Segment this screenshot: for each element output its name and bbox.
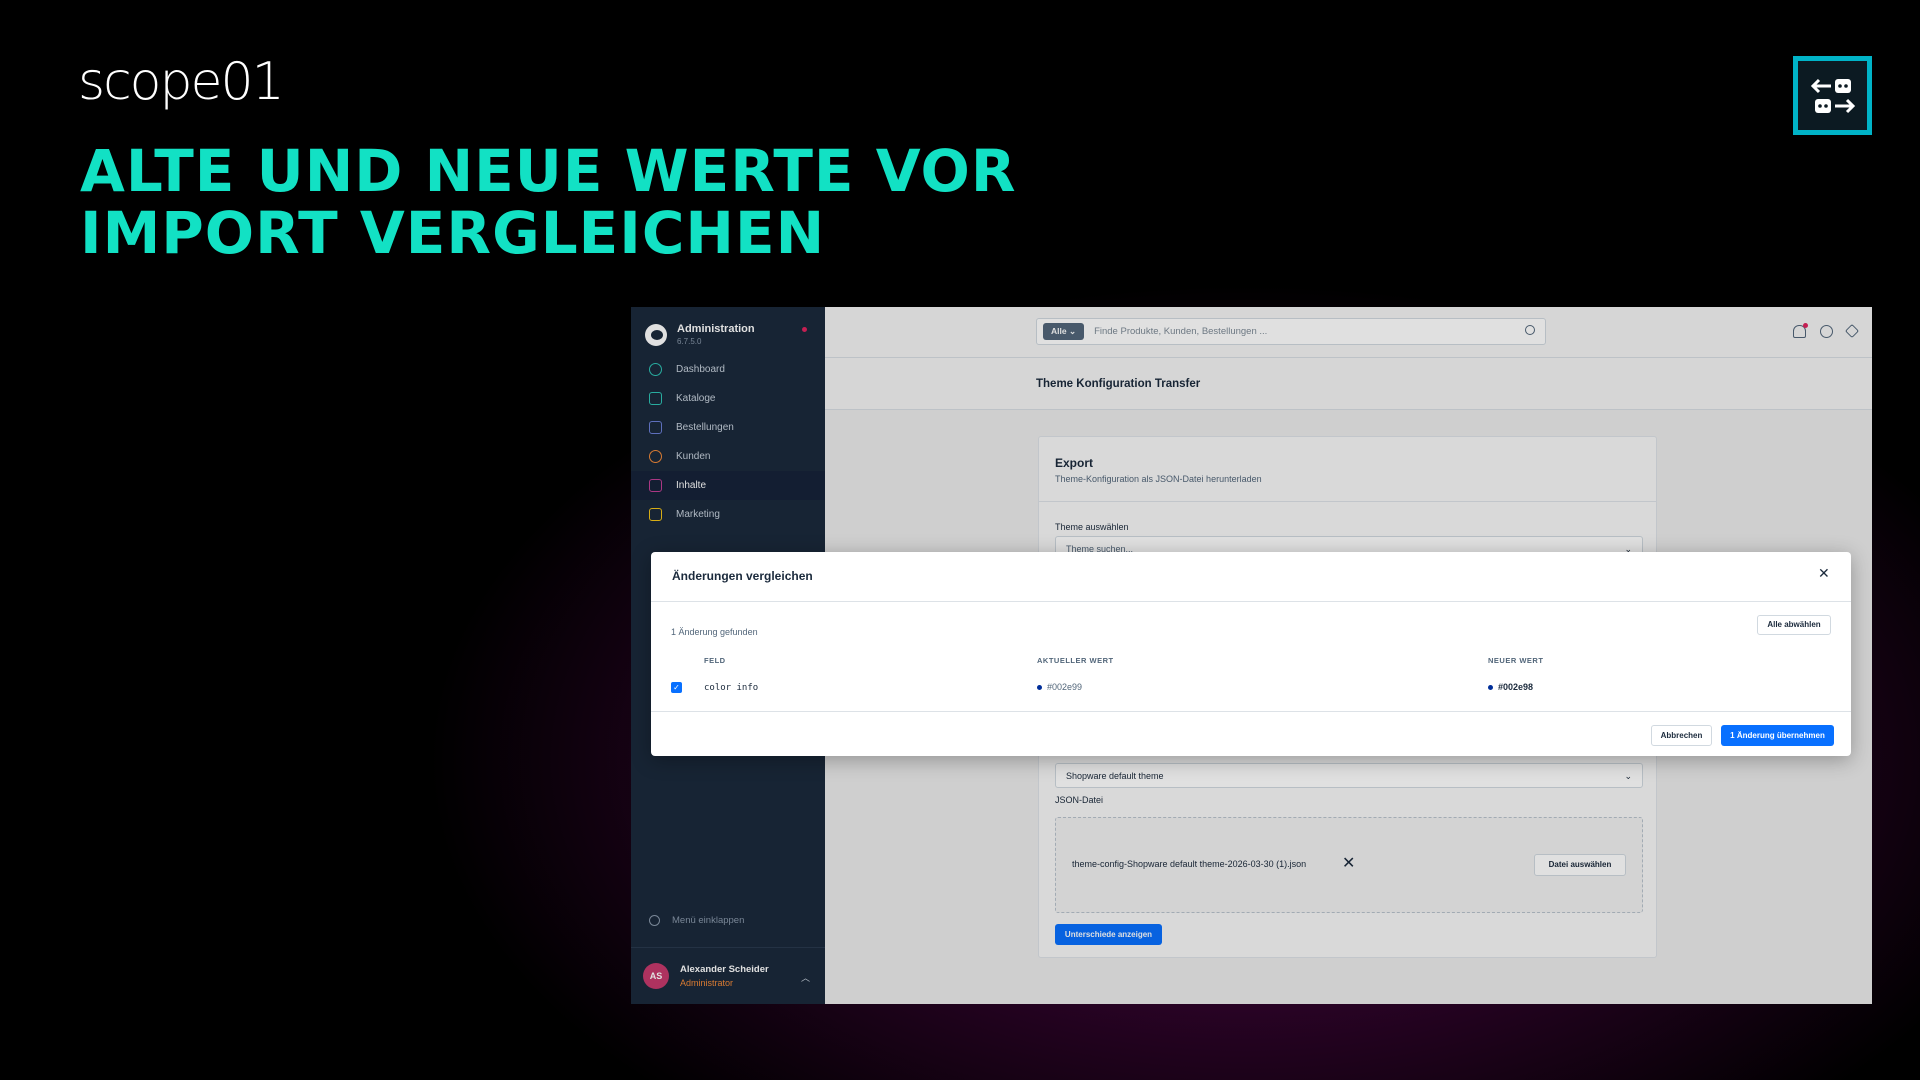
cancel-button[interactable]: Abbrechen bbox=[1651, 725, 1712, 746]
deselect-all-button[interactable]: Alle abwählen bbox=[1757, 615, 1831, 635]
admin-screenshot: Administration 6.7.5.0 Dashboard Katalog… bbox=[631, 307, 1872, 1004]
current-value-text: #002e99 bbox=[1047, 682, 1083, 692]
current-value: #002e99 bbox=[1037, 682, 1082, 692]
compare-changes-modal: Änderungen vergleichen ✕ 1 Änderung gefu… bbox=[651, 552, 1851, 756]
column-header-new: NEUER WERT bbox=[1488, 656, 1544, 665]
changes-found-text: 1 Änderung gefunden bbox=[671, 627, 758, 637]
color-swatch bbox=[1488, 685, 1493, 691]
column-header-field: FELD bbox=[704, 656, 726, 665]
row-checkbox[interactable]: ✓ bbox=[671, 682, 682, 693]
column-header-current: AKTUELLER WERT bbox=[1037, 656, 1114, 665]
headline-line-2: IMPORT VERGLEICHEN bbox=[80, 199, 826, 267]
apply-changes-button[interactable]: 1 Änderung übernehmen bbox=[1721, 725, 1834, 746]
brand-logo: scope01 bbox=[78, 52, 285, 112]
new-value: #002e98 bbox=[1488, 682, 1533, 692]
field-name: color info bbox=[704, 683, 759, 693]
modal-title: Änderungen vergleichen bbox=[672, 569, 813, 583]
close-icon[interactable]: ✕ bbox=[1818, 565, 1830, 582]
new-value-text: #002e98 bbox=[1498, 682, 1534, 692]
color-swatch bbox=[1037, 685, 1042, 691]
divider bbox=[651, 711, 1851, 712]
transfer-arrows-icon bbox=[1793, 56, 1872, 135]
headline: ALTE UND NEUE WERTE VOR IMPORT VERGLEICH… bbox=[80, 140, 1017, 264]
headline-line-1: ALTE UND NEUE WERTE VOR bbox=[80, 137, 1017, 205]
divider bbox=[651, 601, 1851, 602]
